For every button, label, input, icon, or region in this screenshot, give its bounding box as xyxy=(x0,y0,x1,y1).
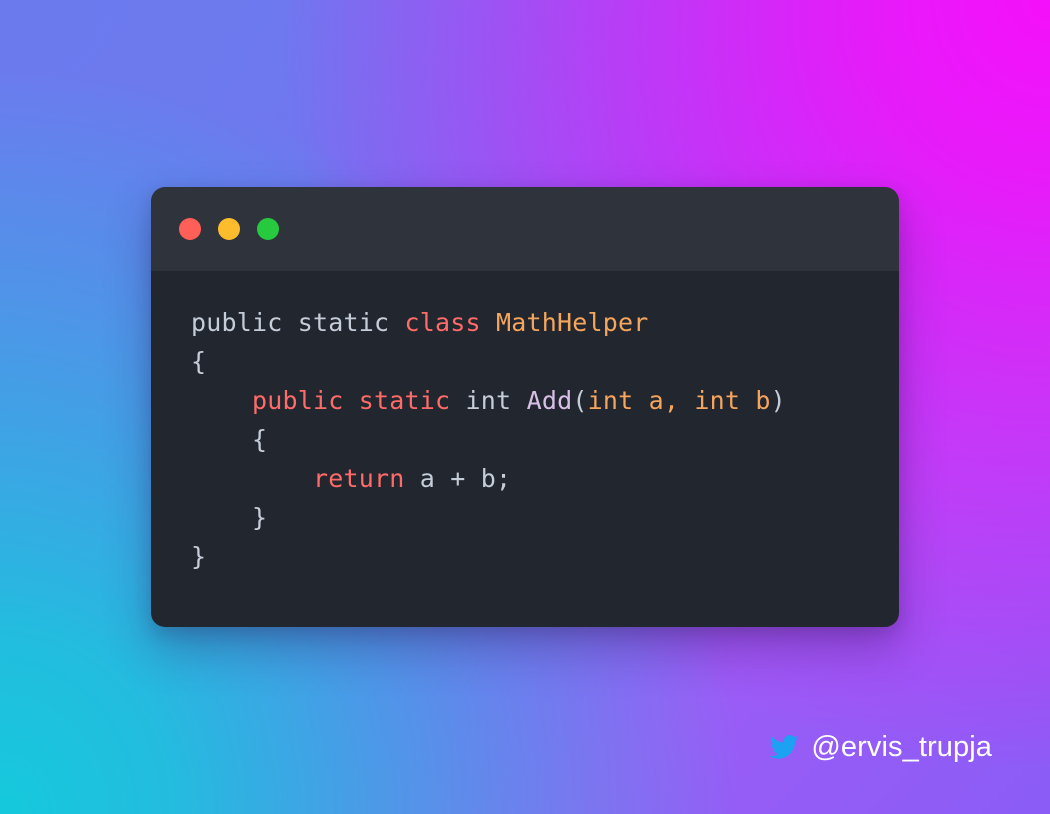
code-token-punct: { xyxy=(191,347,207,376)
minimize-button[interactable] xyxy=(218,218,240,240)
code-line: return a + b; xyxy=(191,459,899,498)
close-button[interactable] xyxy=(179,218,201,240)
code-token-keyword: class xyxy=(404,308,497,337)
code-token-plain: int xyxy=(465,386,527,415)
code-token-keyword: return xyxy=(313,464,420,493)
attribution: @ervis_trupja xyxy=(769,731,992,764)
code-editor-area[interactable]: public static class MathHelper { public … xyxy=(151,271,899,627)
code-line: { xyxy=(191,420,899,459)
code-token-keyword: public static xyxy=(252,386,466,415)
poster-canvas: public static class MathHelper { public … xyxy=(0,0,1050,814)
code-token-punct: } xyxy=(191,542,207,571)
code-token-method: Add xyxy=(526,386,573,415)
code-token-punct: } xyxy=(191,503,268,532)
code-token-punct: ( xyxy=(572,386,588,415)
code-line: } xyxy=(191,498,899,537)
code-line: } xyxy=(191,537,899,576)
code-line: public static int Add(int a, int b) xyxy=(191,381,899,420)
twitter-bird-icon xyxy=(769,735,799,760)
window-title-bar xyxy=(151,187,899,271)
code-token-punct: ) xyxy=(770,386,786,415)
code-line: public static class MathHelper xyxy=(191,303,899,342)
code-token-type: int a, int b xyxy=(587,386,771,415)
code-window: public static class MathHelper { public … xyxy=(151,187,899,627)
code-token-plain: public static xyxy=(191,308,405,337)
code-token-punct: { xyxy=(191,425,268,454)
code-line: { xyxy=(191,342,899,381)
maximize-button[interactable] xyxy=(257,218,279,240)
code-token-plain: a + b; xyxy=(419,464,512,493)
twitter-handle: @ervis_trupja xyxy=(811,731,992,763)
code-token-type: MathHelper xyxy=(496,308,649,337)
